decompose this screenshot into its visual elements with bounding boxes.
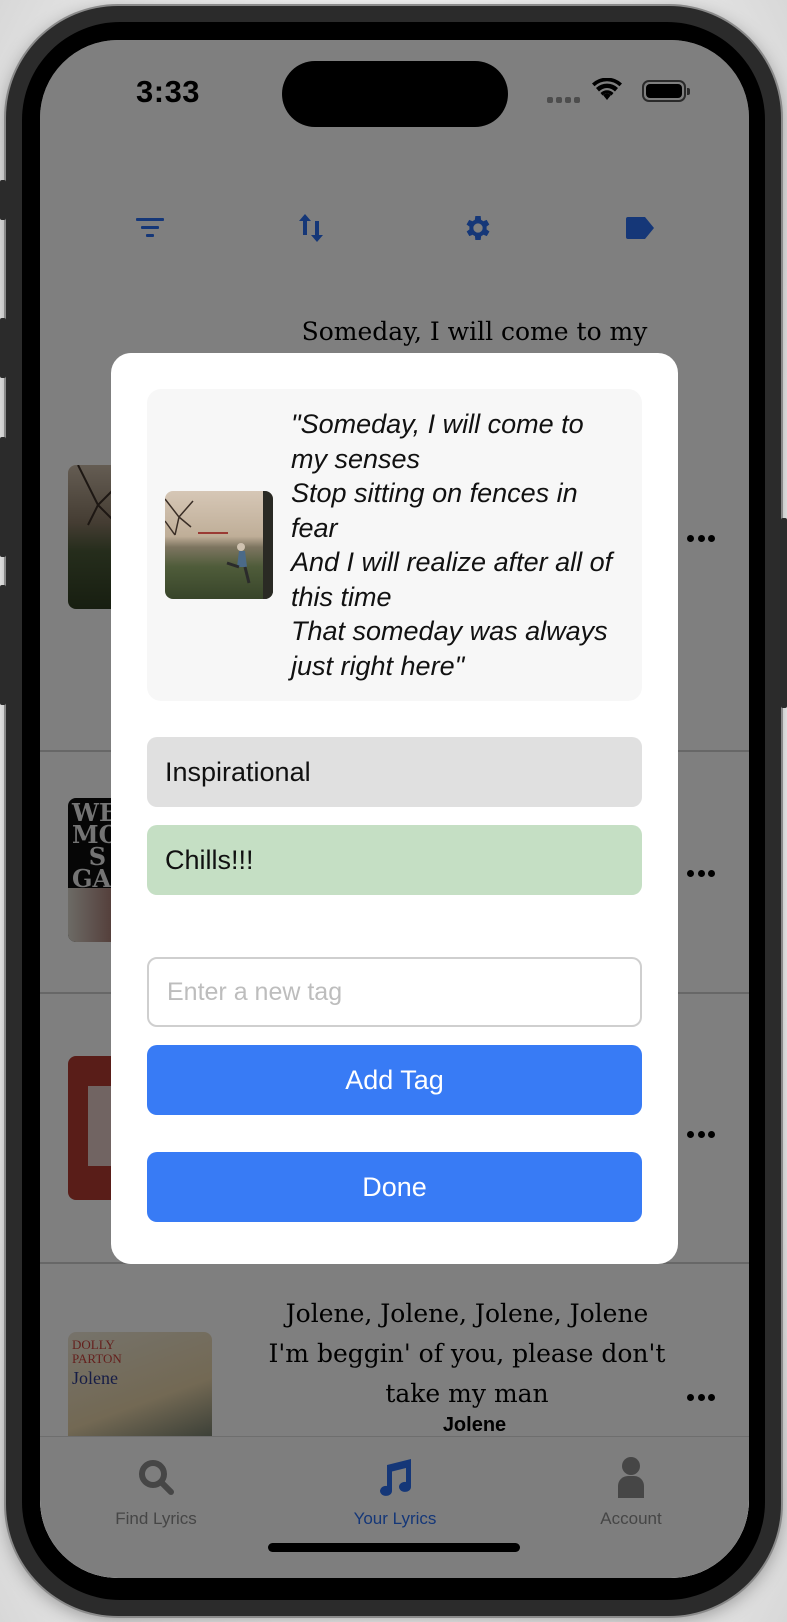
volume-up-button	[0, 318, 6, 378]
tag-label: Inspirational	[165, 756, 311, 787]
quote-text: "Someday, I will come to my senses Stop …	[291, 407, 621, 683]
screen: 3:33	[40, 40, 749, 1578]
quote-line: "Someday, I will come to my senses	[291, 409, 584, 474]
new-tag-input[interactable]	[147, 957, 642, 1027]
volume-down-button	[0, 437, 6, 557]
action-button	[0, 180, 6, 220]
quote-line: And I will realize after all of this tim…	[291, 547, 613, 612]
tag-chip-chills[interactable]: Chills!!!	[147, 825, 642, 895]
quote-album-art	[165, 491, 273, 599]
add-tag-button[interactable]: Add Tag	[147, 1045, 642, 1115]
volume-down-button-2	[0, 585, 6, 705]
quote-card: "Someday, I will come to my senses Stop …	[147, 389, 642, 701]
tag-chip-inspirational[interactable]: Inspirational	[147, 737, 642, 807]
quote-line: Stop sitting on fences in fear	[291, 478, 578, 543]
quote-line: That someday was always just right here"	[291, 616, 608, 681]
power-button	[781, 518, 787, 708]
tag-label: Chills!!!	[165, 844, 254, 875]
done-button[interactable]: Done	[147, 1152, 642, 1222]
tag-editor-modal: "Someday, I will come to my senses Stop …	[111, 353, 678, 1264]
